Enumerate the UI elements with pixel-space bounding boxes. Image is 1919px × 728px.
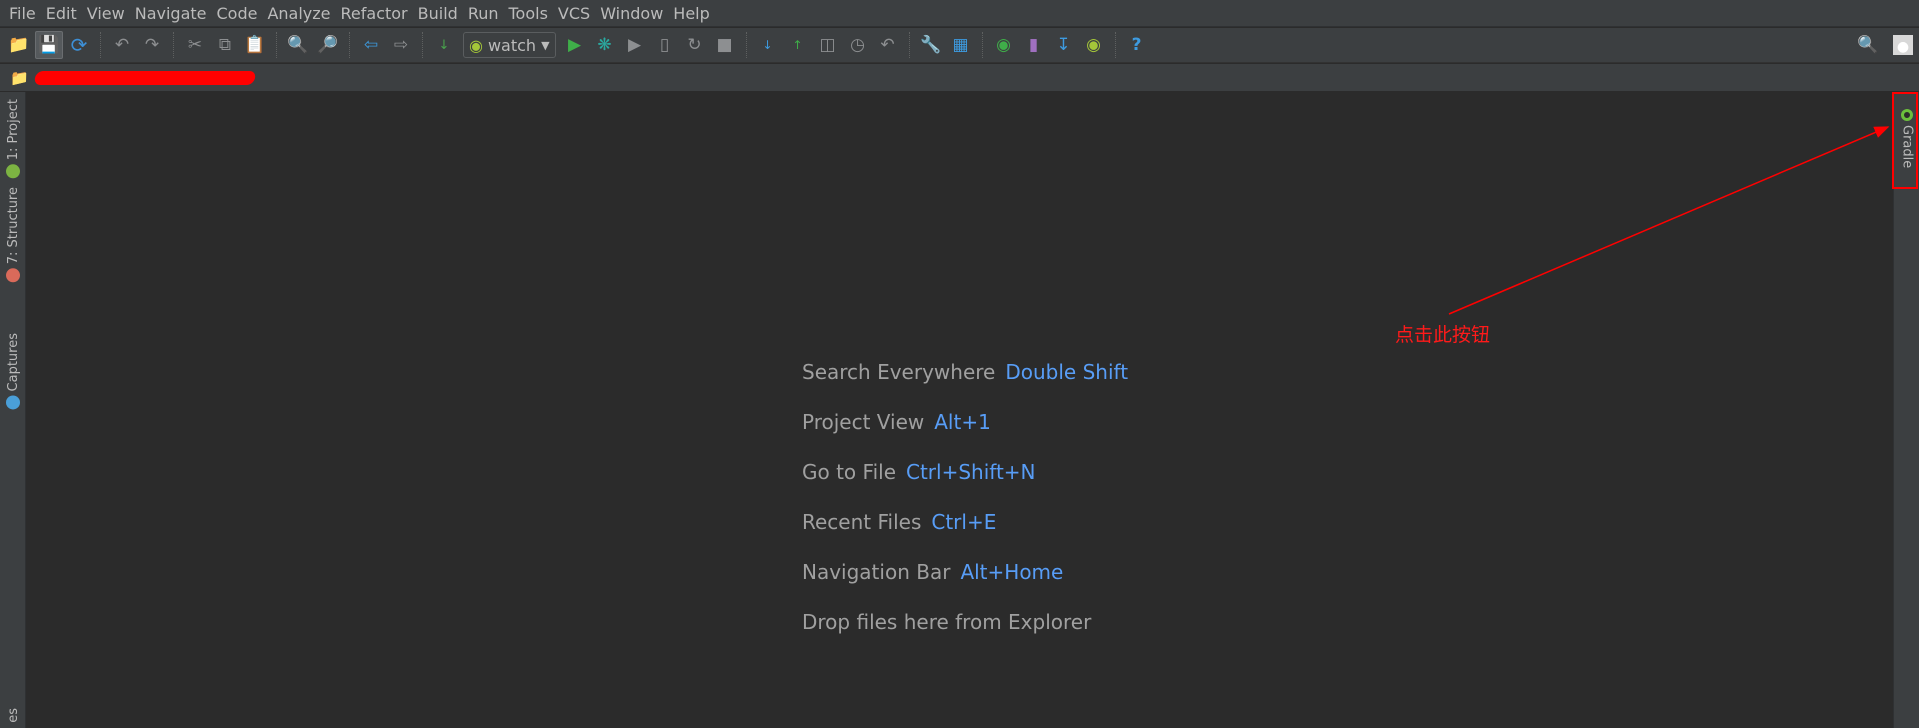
android-icon: ◉ xyxy=(469,35,483,55)
left-tool-window-bar: 1: Project 7: Structure Captures es xyxy=(0,92,26,728)
hint-shortcut: Alt+1 xyxy=(934,410,991,434)
rerun-icon[interactable]: ↻ xyxy=(681,31,709,59)
redo-icon[interactable]: ↷ xyxy=(138,31,166,59)
toolbar-separator xyxy=(276,32,277,58)
sync-icon[interactable]: ⟳ xyxy=(65,31,93,59)
hint-text: Go to File xyxy=(802,460,896,484)
toolbar-right: 🔍 ● xyxy=(1853,31,1913,59)
menu-code[interactable]: Code xyxy=(212,4,263,23)
menu-run[interactable]: Run xyxy=(463,4,504,23)
tab-captures-label: Captures xyxy=(5,332,21,392)
toolbar-separator xyxy=(173,32,174,58)
chevron-down-icon: ▼ xyxy=(541,38,550,52)
save-icon[interactable]: 💾 xyxy=(35,31,63,59)
vcs-history-icon[interactable]: ◷ xyxy=(844,31,872,59)
user-avatar-icon[interactable]: ● xyxy=(1893,35,1913,55)
hint-shortcut: Ctrl+E xyxy=(931,510,997,534)
toolbar-separator xyxy=(981,32,983,58)
hint-text: Recent Files xyxy=(802,510,922,534)
vcs-commit-icon[interactable]: ↑ xyxy=(784,31,812,59)
toolbar-separator xyxy=(745,32,747,58)
open-folder-icon[interactable]: 📁 xyxy=(5,31,33,59)
structure-icon xyxy=(6,268,20,283)
hint-shortcut: Ctrl+Shift+N xyxy=(906,460,1036,484)
annotation-highlight-box xyxy=(1892,92,1918,189)
copy-icon[interactable]: ⧉ xyxy=(211,31,239,59)
project-folder-icon[interactable]: 📁 xyxy=(10,69,29,87)
toolbar-separator xyxy=(349,32,350,58)
gradle-sync-icon[interactable]: ◉ xyxy=(990,31,1018,59)
hint-recent-files: Recent Files Ctrl+E xyxy=(802,510,1128,560)
debug-icon[interactable]: ❋ xyxy=(591,31,619,59)
hint-go-to-file: Go to File Ctrl+Shift+N xyxy=(802,460,1128,510)
hint-text: Project View xyxy=(802,410,925,434)
annotation-text: 点击此按钮 xyxy=(1395,324,1491,346)
find-icon[interactable]: 🔍 xyxy=(284,31,312,59)
run-icon[interactable]: ▶ xyxy=(561,31,589,59)
help-icon[interactable]: ? xyxy=(1123,31,1151,59)
tab-structure[interactable]: 7: Structure xyxy=(0,186,26,284)
arrow-line xyxy=(1448,126,1890,315)
replace-icon[interactable]: 🔎 xyxy=(314,31,342,59)
run-config-label: watch xyxy=(487,35,537,55)
attach-debugger-icon[interactable]: ▯ xyxy=(651,31,679,59)
toolbar-separator xyxy=(422,32,423,58)
menu-bar: File Edit View Navigate Code Analyze Ref… xyxy=(0,0,1919,27)
menu-file[interactable]: File xyxy=(4,4,41,23)
menu-help[interactable]: Help xyxy=(668,4,714,23)
hint-text: Drop files here from Explorer xyxy=(802,610,1092,634)
menu-view[interactable]: View xyxy=(82,4,130,23)
toolbar-separator xyxy=(1114,32,1116,58)
hint-text: Search Everywhere xyxy=(802,360,996,384)
avd-manager-icon[interactable]: ▮ xyxy=(1020,31,1048,59)
hint-project-view: Project View Alt+1 xyxy=(802,410,1128,460)
menu-vcs[interactable]: VCS xyxy=(553,4,595,23)
project-structure-icon[interactable]: ▦ xyxy=(947,31,975,59)
android-icon xyxy=(6,164,20,179)
back-icon[interactable]: ⇦ xyxy=(357,31,385,59)
tab-captures[interactable]: Captures xyxy=(0,330,26,412)
toolbar: 📁 💾 ⟳ ↶ ↷ ✂ ⧉ 📋 🔍 🔎 ⇦ ⇨ ↓ ◉ watch ▼ ▶ ❋ … xyxy=(0,28,1919,63)
tab-structure-label: 7: Structure xyxy=(5,187,21,265)
vcs-compare-icon[interactable]: ◫ xyxy=(814,31,842,59)
menu-build[interactable]: Build xyxy=(413,4,463,23)
make-project-icon[interactable]: ↓ xyxy=(430,31,458,59)
hint-drop-files: Drop files here from Explorer xyxy=(802,610,1128,660)
captures-icon xyxy=(6,395,20,410)
menu-analyze[interactable]: Analyze xyxy=(262,4,335,23)
editor-empty-hints: Search Everywhere Double Shift Project Vi… xyxy=(802,360,1128,660)
tab-project-label: 1: Project xyxy=(5,99,21,161)
coverage-icon[interactable]: ▶ xyxy=(621,31,649,59)
sdk-manager-icon[interactable]: ↧ xyxy=(1050,31,1078,59)
hint-text: Navigation Bar xyxy=(802,560,951,584)
menu-navigate[interactable]: Navigate xyxy=(130,4,212,23)
navigation-bar: 📁 xyxy=(0,64,1919,92)
tab-project[interactable]: 1: Project xyxy=(0,98,26,180)
menu-edit[interactable]: Edit xyxy=(41,4,82,23)
menu-window[interactable]: Window xyxy=(595,4,668,23)
toolbar-separator xyxy=(100,32,101,58)
android-device-monitor-icon[interactable]: ◉ xyxy=(1080,31,1108,59)
menu-refactor[interactable]: Refactor xyxy=(336,4,413,23)
cut-icon[interactable]: ✂ xyxy=(181,31,209,59)
vcs-revert-icon[interactable]: ↶ xyxy=(874,31,902,59)
hint-shortcut: Alt+Home xyxy=(960,560,1064,584)
run-config-dropdown[interactable]: ◉ watch ▼ xyxy=(463,32,556,58)
menu-tools[interactable]: Tools xyxy=(504,4,553,23)
forward-icon[interactable]: ⇨ xyxy=(387,31,415,59)
stop-icon[interactable]: ■ xyxy=(711,31,739,59)
hint-navigation-bar: Navigation Bar Alt+Home xyxy=(802,560,1128,610)
paste-icon[interactable]: 📋 xyxy=(241,31,269,59)
search-icon[interactable]: 🔍 xyxy=(1854,31,1882,59)
vcs-update-icon[interactable]: ↓ xyxy=(754,31,782,59)
redacted-breadcrumb xyxy=(33,70,257,85)
toolbar-separator xyxy=(908,32,910,58)
tab-favorites[interactable]: es xyxy=(0,702,26,728)
hint-search-everywhere: Search Everywhere Double Shift xyxy=(802,360,1128,410)
tab-favorites-label: es xyxy=(5,707,21,723)
hint-shortcut: Double Shift xyxy=(1005,360,1129,384)
undo-icon[interactable]: ↶ xyxy=(108,31,136,59)
settings-icon[interactable]: 🔧 xyxy=(917,31,945,59)
